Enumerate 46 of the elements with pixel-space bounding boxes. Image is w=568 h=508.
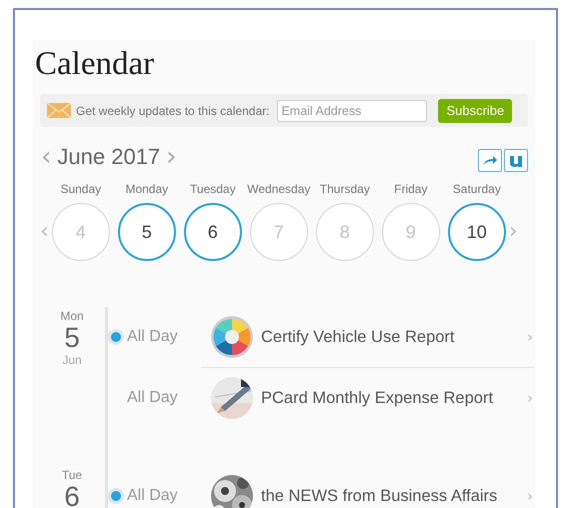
date-number: 5 [64,323,80,353]
weekday-label: Mon [60,309,84,323]
email-field[interactable]: Email Address [277,100,428,122]
timeline-dot [108,488,124,504]
subscribe-button[interactable]: Subscribe [438,98,512,122]
event-time: All Day [127,328,179,346]
day-button[interactable]: 4 [52,203,110,261]
share-button[interactable] [478,149,502,172]
chevron-icon: › [527,487,533,505]
u-logo-button[interactable] [504,149,528,172]
day-button[interactable]: 7 [250,203,308,261]
weekday-label: Friday [394,182,428,196]
weekday-label: Saturday [452,182,501,196]
event-row[interactable]: All Day the NEWS from Business Affairs › [105,466,535,508]
day-button[interactable]: 5 [118,203,176,261]
timeline-dot [108,329,124,345]
chevron-icon: › [527,389,533,407]
weekday-label: Tuesday [190,182,236,196]
day-button[interactable]: 6 [184,203,242,261]
page-title: Calendar [35,45,154,84]
event-title: Certify Vehicle Use Report [261,328,454,346]
day-button[interactable]: 10 [448,203,506,261]
month-label: June 2017 [57,144,160,170]
event-title: the NEWS from Business Affairs [261,486,498,506]
day-button[interactable]: 8 [316,203,374,261]
weekday-label: Sunday [60,182,102,196]
weekday-label: Wednesday [247,182,310,196]
u-logo-icon [509,154,523,168]
previous-week-button[interactable]: ‹ [37,203,52,261]
event-title: PCard Monthly Expense Report [261,388,494,408]
next-month-button[interactable]: › [163,144,180,170]
envelope-icon [47,103,71,118]
chevron-icon: › [527,328,533,346]
weekday-label: Monday [125,182,168,196]
month-label: Jun [62,353,82,367]
event-time: All Day [127,487,179,505]
weekday-label: Thursday [320,182,370,196]
next-week-button[interactable]: › [506,203,521,261]
event-row[interactable]: All Day Certify Vehicle Use Report › [105,307,535,367]
arrow-icon [482,155,498,166]
day-button[interactable]: 9 [382,203,440,261]
previous-month-button[interactable]: ‹ [38,144,54,170]
subscribe-label: Get weekly updates to this calendar: [76,104,270,118]
event-time: All Day [127,389,179,407]
weekday-label: Tue [62,468,82,482]
date-number: 6 [64,482,80,508]
